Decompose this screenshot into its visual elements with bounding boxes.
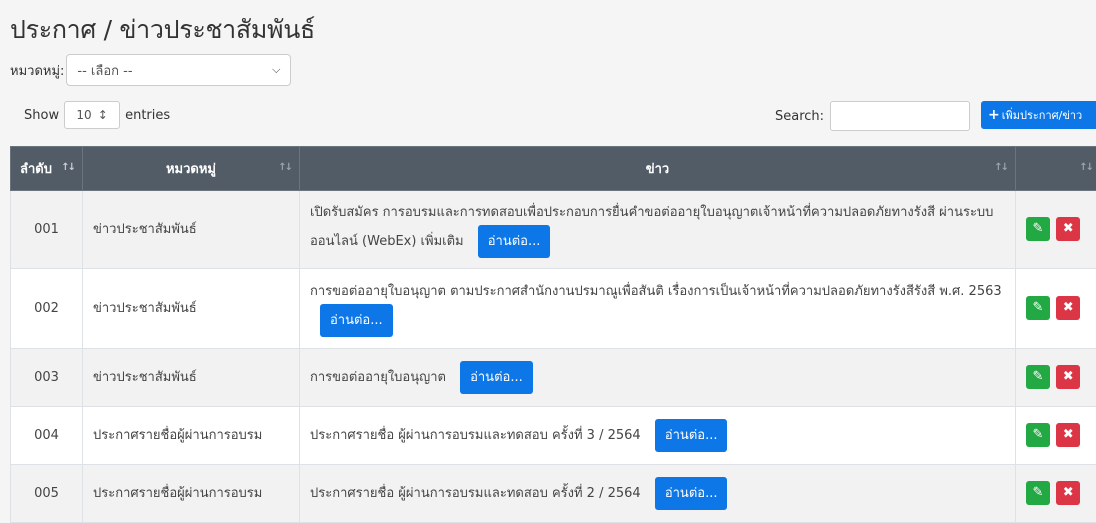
- row-news-text: การขอต่ออายุใบอนุญาต ตามประกาศสำนักงานปร…: [310, 284, 1002, 299]
- row-actions: ✎ ✖: [1016, 269, 1096, 349]
- category-filter: หมวดหมู่: -- เลือก -- ⌵: [10, 55, 291, 85]
- read-more-button[interactable]: อ่านต่อ...: [655, 419, 728, 452]
- row-number: 002: [11, 269, 83, 349]
- x-icon: ✖: [1063, 296, 1074, 320]
- plus-icon: +: [988, 107, 1000, 123]
- read-more-button[interactable]: อ่านต่อ...: [320, 304, 393, 337]
- page-length-value: 10: [76, 108, 91, 122]
- row-number: 005: [11, 465, 83, 523]
- table-row: 005 ประกาศรายชื่อผู้ผ่านการอบรม ประกาศรา…: [11, 465, 1096, 523]
- edit-button[interactable]: ✎: [1026, 423, 1050, 447]
- row-actions: ✎ ✖: [1016, 407, 1096, 465]
- row-number: 001: [11, 191, 83, 269]
- chevron-down-icon: ⌵: [272, 63, 280, 77]
- read-more-button[interactable]: อ่านต่อ...: [655, 477, 728, 510]
- search-control: Search:: [775, 101, 970, 131]
- news-table: ลำดับ ↑↓ หมวดหมู่ ↑↓ ข่าว ↑↓ ↑↓ 001 ข่าว…: [10, 146, 1096, 523]
- show-label: Show: [24, 108, 59, 123]
- category-select[interactable]: -- เลือก -- ⌵: [66, 54, 291, 86]
- sort-icon: ↑↓: [1079, 162, 1092, 173]
- row-actions: ✎ ✖: [1016, 349, 1096, 407]
- read-more-button[interactable]: อ่านต่อ...: [478, 225, 551, 258]
- entries-label: entries: [125, 108, 170, 123]
- row-news-text: การขอต่ออายุใบอนุญาต: [310, 370, 446, 385]
- column-header-category[interactable]: หมวดหมู่ ↑↓: [83, 147, 300, 191]
- x-icon: ✖: [1063, 217, 1074, 241]
- search-input[interactable]: [830, 101, 970, 131]
- page-title: ประกาศ / ข่าวประชาสัมพันธ์: [10, 10, 315, 50]
- updown-icon: ↕: [98, 108, 108, 122]
- column-header-label: หมวดหมู่: [166, 162, 216, 177]
- pencil-icon: ✎: [1033, 365, 1044, 389]
- table-row: 004 ประกาศรายชื่อผู้ผ่านการอบรม ประกาศรา…: [11, 407, 1096, 465]
- edit-button[interactable]: ✎: [1026, 365, 1050, 389]
- column-header-label: ข่าว: [646, 162, 670, 177]
- read-more-button[interactable]: อ่านต่อ...: [460, 361, 533, 394]
- length-control: Show 10 ↕ entries: [24, 101, 170, 129]
- row-actions: ✎ ✖: [1016, 465, 1096, 523]
- column-header-order[interactable]: ลำดับ ↑↓: [11, 147, 83, 191]
- pencil-icon: ✎: [1033, 481, 1044, 505]
- row-news: ประกาศรายชื่อ ผู้ผ่านการอบรมและทดสอบ ครั…: [300, 465, 1016, 523]
- table-row: 002 ข่าวประชาสัมพันธ์ การขอต่ออายุใบอนุญ…: [11, 269, 1096, 349]
- row-news-text: เปิดรับสมัคร การอบรมและการทดสอบเพื่อประก…: [310, 205, 993, 249]
- sort-icon: ↑↓: [61, 162, 74, 173]
- row-news: ประกาศรายชื่อ ผู้ผ่านการอบรมและทดสอบ ครั…: [300, 407, 1016, 465]
- add-news-label: เพิ่มประกาศ/ข่าว: [1002, 106, 1082, 124]
- x-icon: ✖: [1063, 423, 1074, 447]
- row-news: เปิดรับสมัคร การอบรมและการทดสอบเพื่อประก…: [300, 191, 1016, 269]
- row-number: 003: [11, 349, 83, 407]
- table-row: 003 ข่าวประชาสัมพันธ์ การขอต่ออายุใบอนุญ…: [11, 349, 1096, 407]
- search-label: Search:: [775, 109, 824, 124]
- edit-button[interactable]: ✎: [1026, 296, 1050, 320]
- edit-button[interactable]: ✎: [1026, 481, 1050, 505]
- row-number: 004: [11, 407, 83, 465]
- row-category: ประกาศรายชื่อผู้ผ่านการอบรม: [83, 407, 300, 465]
- row-news: การขอต่ออายุใบอนุญาต ตามประกาศสำนักงานปร…: [300, 269, 1016, 349]
- category-filter-label: หมวดหมู่:: [10, 60, 64, 81]
- column-header-actions[interactable]: ↑↓: [1016, 147, 1096, 191]
- column-header-news[interactable]: ข่าว ↑↓: [300, 147, 1016, 191]
- row-news-text: ประกาศรายชื่อ ผู้ผ่านการอบรมและทดสอบ ครั…: [310, 486, 641, 501]
- delete-button[interactable]: ✖: [1056, 481, 1080, 505]
- table-header-row: ลำดับ ↑↓ หมวดหมู่ ↑↓ ข่าว ↑↓ ↑↓: [11, 147, 1096, 191]
- row-category: ข่าวประชาสัมพันธ์: [83, 349, 300, 407]
- pencil-icon: ✎: [1033, 217, 1044, 241]
- row-news: การขอต่ออายุใบอนุญาต อ่านต่อ...: [300, 349, 1016, 407]
- pencil-icon: ✎: [1033, 423, 1044, 447]
- category-select-value: -- เลือก --: [77, 60, 132, 81]
- sort-icon: ↑↓: [278, 162, 291, 173]
- delete-button[interactable]: ✖: [1056, 365, 1080, 389]
- row-category: ประกาศรายชื่อผู้ผ่านการอบรม: [83, 465, 300, 523]
- row-category: ข่าวประชาสัมพันธ์: [83, 191, 300, 269]
- row-category: ข่าวประชาสัมพันธ์: [83, 269, 300, 349]
- page-length-select[interactable]: 10 ↕: [64, 101, 120, 129]
- row-news-text: ประกาศรายชื่อ ผู้ผ่านการอบรมและทดสอบ ครั…: [310, 428, 641, 443]
- delete-button[interactable]: ✖: [1056, 296, 1080, 320]
- table-row: 001 ข่าวประชาสัมพันธ์ เปิดรับสมัคร การอบ…: [11, 191, 1096, 269]
- delete-button[interactable]: ✖: [1056, 423, 1080, 447]
- delete-button[interactable]: ✖: [1056, 217, 1080, 241]
- pencil-icon: ✎: [1033, 296, 1044, 320]
- row-actions: ✎ ✖: [1016, 191, 1096, 269]
- x-icon: ✖: [1063, 481, 1074, 505]
- x-icon: ✖: [1063, 365, 1074, 389]
- add-news-button[interactable]: + เพิ่มประกาศ/ข่าว: [981, 101, 1096, 129]
- column-header-label: ลำดับ: [20, 162, 52, 177]
- sort-icon: ↑↓: [994, 162, 1007, 173]
- edit-button[interactable]: ✎: [1026, 217, 1050, 241]
